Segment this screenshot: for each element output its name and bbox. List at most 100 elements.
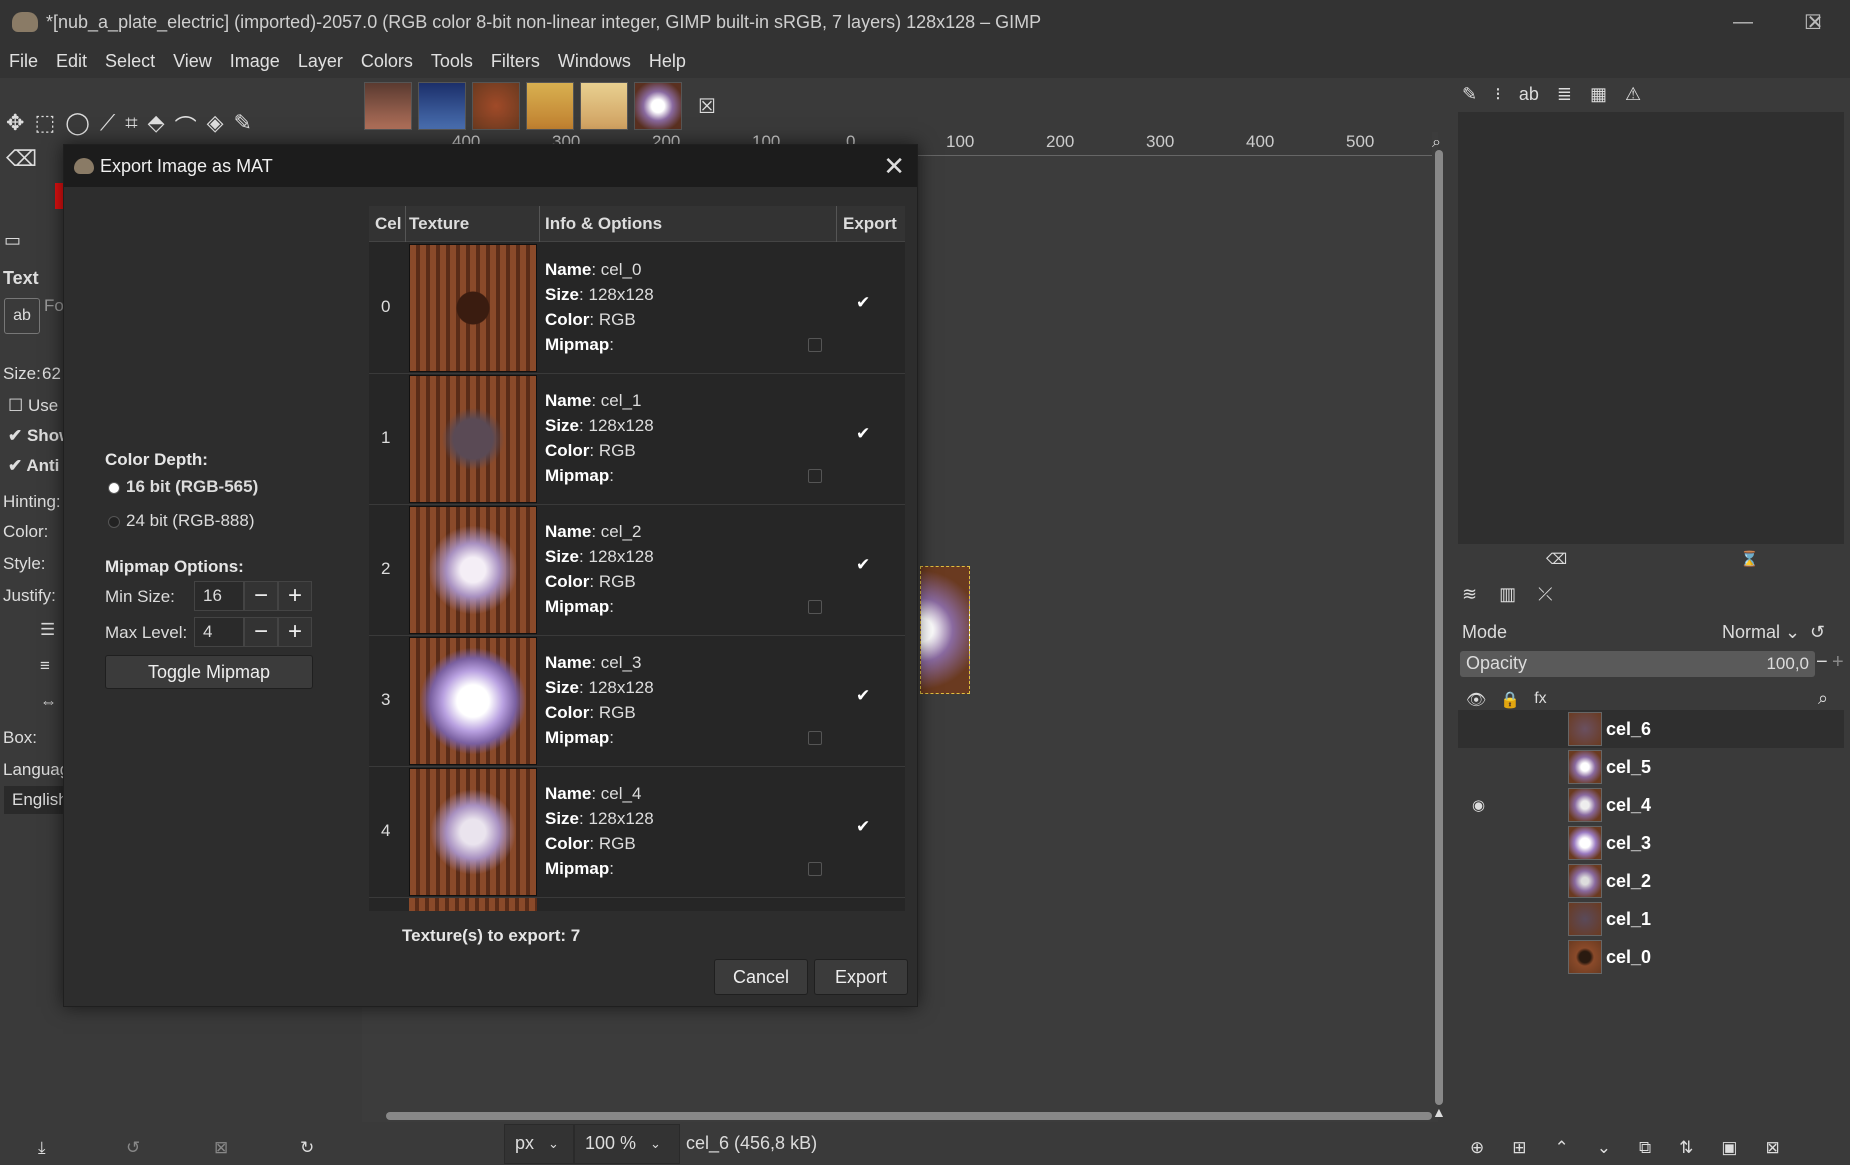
opacity-decrease-icon[interactable]: − (1816, 651, 1828, 674)
layer-row[interactable]: ◉ cel_4 (1458, 786, 1844, 824)
patterns-tab-icon[interactable]: ⁝ (1495, 84, 1501, 105)
search-icon[interactable]: ⌕ (1818, 688, 1828, 709)
mipmap-checkbox[interactable] (808, 600, 822, 614)
anchor-icon[interactable]: ⇅ (1679, 1138, 1693, 1158)
opacity-increase-icon[interactable]: + (1832, 651, 1844, 674)
warning-icon[interactable]: ⚠ (1625, 84, 1641, 105)
min-size-input[interactable]: 16 (194, 581, 244, 611)
duplicate-layer-icon[interactable]: ⧉ (1639, 1138, 1651, 1158)
layer-row[interactable]: cel_3 (1458, 824, 1844, 862)
mask-icon[interactable]: ▣ (1721, 1138, 1737, 1158)
antialias-checkbox[interactable]: ✔ Anti (8, 456, 59, 476)
toggle-mipmap-button[interactable]: Toggle Mipmap (105, 655, 313, 689)
close-icon[interactable]: ✕ (883, 151, 905, 182)
transform-icon[interactable]: ⬘ (148, 110, 165, 142)
new-layer-icon[interactable]: ⊕ (1470, 1138, 1484, 1158)
horizontal-scrollbar[interactable] (386, 1112, 1432, 1120)
max-level-input[interactable]: 4 (194, 617, 244, 647)
tool-options-icon[interactable]: ▭ (4, 230, 21, 251)
image-tab-1[interactable] (364, 82, 412, 130)
export-checkbox[interactable]: ✔ (856, 686, 870, 706)
cancel-button[interactable]: Cancel (714, 959, 808, 995)
fuzzy-select-icon[interactable]: ⟋ (100, 110, 115, 142)
layer-row[interactable]: cel_0 (1458, 938, 1844, 976)
export-checkbox[interactable]: ✔ (856, 293, 870, 313)
mode-select[interactable]: Normal ⌄ (1722, 622, 1800, 643)
navigate-icon[interactable]: ▲ (1432, 1104, 1446, 1120)
layers-tab-icon[interactable]: ≋ (1462, 584, 1477, 605)
fonts-tab-icon[interactable]: ab (1519, 84, 1539, 105)
lasso-icon[interactable]: ◯ (65, 110, 90, 142)
letter-spacing-icon[interactable]: ⇔ (40, 692, 57, 712)
menu-file[interactable]: File (9, 51, 38, 72)
eraser-icon[interactable]: ⌫ (6, 146, 37, 172)
lower-layer-icon[interactable]: ⌄ (1597, 1138, 1611, 1158)
image-tab-6[interactable] (634, 82, 682, 130)
eye-icon[interactable]: ◉ (1472, 796, 1485, 814)
export-button[interactable]: Export (814, 959, 908, 995)
new-group-icon[interactable]: ⊞ (1512, 1138, 1526, 1158)
radio-16bit[interactable]: 16 bit (RGB-565) (108, 477, 258, 497)
crop-icon[interactable]: ⌗ (125, 110, 137, 142)
clear-icon[interactable]: ⌫ (1546, 550, 1567, 568)
rect-select-icon[interactable]: ⬚ (34, 110, 55, 142)
image-tab-4[interactable] (526, 82, 574, 130)
line-spacing-icon[interactable]: ≡ (40, 656, 50, 676)
warp-icon[interactable]: ⌒ (175, 110, 197, 142)
paths-tab-icon[interactable]: ⤫ (1538, 584, 1552, 605)
bucket-fill-icon[interactable]: ◈ (207, 110, 224, 142)
layer-row[interactable]: cel_6 (1458, 710, 1844, 748)
restore-options-icon[interactable]: ↺ (126, 1138, 140, 1158)
opacity-slider[interactable]: Opacity 100,0 (1460, 651, 1815, 677)
menu-tools[interactable]: Tools (431, 51, 473, 72)
mipmap-checkbox[interactable] (808, 731, 822, 745)
raise-layer-icon[interactable]: ⌃ (1555, 1138, 1569, 1158)
image-canvas[interactable] (920, 566, 970, 694)
hourglass-icon[interactable]: ⌛ (1740, 550, 1759, 568)
layer-row[interactable]: cel_1 (1458, 900, 1844, 938)
close-window-button[interactable]: ✕ (1780, 0, 1850, 44)
font-preview-icon[interactable]: ab (4, 298, 40, 334)
image-tab-2[interactable] (418, 82, 466, 130)
move-tool-icon[interactable]: ✥ (6, 110, 24, 142)
menu-filters[interactable]: Filters (491, 51, 540, 72)
menu-select[interactable]: Select (105, 51, 155, 72)
layer-row[interactable]: cel_5 (1458, 748, 1844, 786)
mipmap-checkbox[interactable] (808, 469, 822, 483)
zoom-icon[interactable]: ⌕ (1432, 134, 1441, 152)
mode-reset-icon[interactable]: ↺ (1810, 622, 1825, 643)
size-value[interactable]: 62 (42, 364, 61, 384)
menu-help[interactable]: Help (649, 51, 686, 72)
min-size-decrease-button[interactable]: − (244, 581, 278, 611)
image-tab-5[interactable] (580, 82, 628, 130)
menu-image[interactable]: Image (230, 51, 280, 72)
max-level-decrease-button[interactable]: − (244, 617, 278, 647)
use-editor-checkbox[interactable]: ☐ Use (8, 396, 58, 416)
unit-select[interactable]: px ⌄ (504, 1123, 574, 1164)
minimize-button[interactable]: — (1708, 0, 1778, 44)
mipmap-checkbox[interactable] (808, 338, 822, 352)
max-level-increase-button[interactable]: + (278, 617, 312, 647)
export-checkbox[interactable]: ✔ (856, 817, 870, 837)
layer-row[interactable]: cel_2 (1458, 862, 1844, 900)
min-size-increase-button[interactable]: + (278, 581, 312, 611)
templates-icon[interactable]: ▦ (1590, 84, 1607, 105)
save-options-icon[interactable]: ⤓ (38, 1138, 46, 1158)
menu-edit[interactable]: Edit (56, 51, 87, 72)
menu-layer[interactable]: Layer (298, 51, 343, 72)
indent-icon[interactable]: ☰ (40, 620, 55, 640)
export-checkbox[interactable]: ✔ (856, 555, 870, 575)
zoom-select[interactable]: 100 % ⌄ (574, 1123, 680, 1164)
radio-24bit[interactable]: 24 bit (RGB-888) (108, 511, 255, 531)
menu-colors[interactable]: Colors (361, 51, 413, 72)
delete-layer-icon[interactable]: ⊠ (1765, 1138, 1779, 1158)
paintbrush-icon[interactable]: ✎ (234, 110, 252, 142)
export-checkbox[interactable]: ✔ (856, 424, 870, 444)
channels-tab-icon[interactable]: ▥ (1499, 584, 1516, 605)
menu-windows[interactable]: Windows (558, 51, 631, 72)
close-tab-icon[interactable]: ☒ (698, 94, 716, 119)
delete-options-icon[interactable]: ⊠ (214, 1138, 228, 1158)
mipmap-checkbox[interactable] (808, 862, 822, 876)
document-history-icon[interactable]: ≣ (1557, 84, 1572, 105)
image-tab-3[interactable] (472, 82, 520, 130)
